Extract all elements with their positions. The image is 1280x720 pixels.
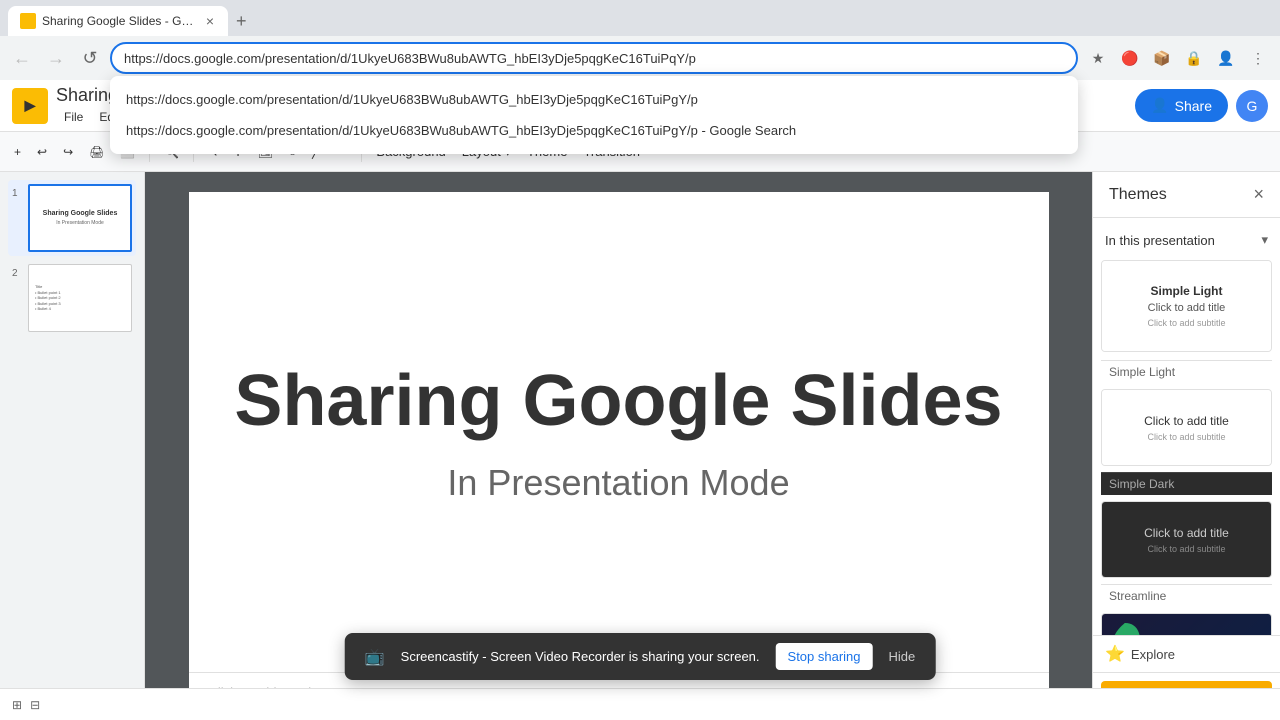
address-bar[interactable] [110, 42, 1078, 74]
dropdown-url-text: https://docs.google.com/presentation/d/1… [126, 92, 698, 107]
menu-file[interactable]: File [56, 108, 91, 126]
address-bar-container: https://docs.google.com/presentation/d/1… [110, 42, 1078, 74]
share-label: Share [1175, 98, 1212, 114]
notification-bar: 📺 Screencastify - Screen Video Recorder … [345, 633, 936, 680]
menu-icon[interactable]: ⋮ [1244, 44, 1272, 72]
address-dropdown-search[interactable]: https://docs.google.com/presentation/d/1… [110, 115, 1078, 146]
themes-title: Themes [1109, 186, 1167, 204]
themes-section-header: In this presentation ▾ [1101, 226, 1272, 254]
theme-name-simple-dark: Simple Dark [1101, 472, 1272, 495]
address-dropdown: https://docs.google.com/presentation/d/1… [110, 76, 1078, 154]
user-avatar[interactable]: G [1236, 90, 1268, 122]
current-theme-click-title: Click to add title [1147, 302, 1225, 314]
toolbar-redo-btn[interactable]: ↪ [57, 141, 79, 163]
simple-dark-title: Click to add title [1144, 526, 1229, 540]
forward-button[interactable]: → [42, 44, 70, 72]
grid-view-icon[interactable]: ⊞ [12, 698, 22, 712]
theme-card-simple-dark[interactable]: Click to add title Click to add subtitle [1101, 501, 1272, 578]
current-theme-click-subtitle: Click to add subtitle [1147, 318, 1225, 328]
theme-preview-current: Simple Light Click to add title Click to… [1102, 261, 1271, 351]
hide-button[interactable]: Hide [889, 649, 916, 664]
theme-card-streamline[interactable]: Click to add title [1101, 613, 1272, 635]
app: ▶ Sharing Google Slides File Edit View I… [0, 80, 1280, 720]
refresh-button[interactable]: ↺ [76, 44, 104, 72]
profile-icon[interactable]: 👤 [1212, 44, 1240, 72]
extension3-icon[interactable]: 🔒 [1180, 44, 1208, 72]
current-theme-title: Simple Light [1147, 284, 1225, 298]
tab-title: Sharing Google Slides - Goo... [42, 14, 198, 28]
theme-text-simple-dark: Click to add title Click to add subtitle [1144, 526, 1229, 554]
slide-preview-1[interactable]: Sharing Google Slides In Presentation Mo… [28, 184, 132, 252]
tab-close-button[interactable]: × [204, 11, 216, 31]
theme-text-simple-light: Click to add title Click to add subtitle [1144, 414, 1229, 442]
slide-preview-content-2: Title• Bullet point 1• Bullet point 2• B… [33, 282, 127, 314]
themes-explore[interactable]: ⭐ Explore [1093, 635, 1280, 672]
share-button[interactable]: 👤 Share [1135, 89, 1228, 122]
theme-name-simple-light: Simple Light [1101, 360, 1272, 383]
themes-section-arrow: ▾ [1261, 232, 1268, 248]
address-dropdown-url[interactable]: https://docs.google.com/presentation/d/1… [110, 84, 1078, 115]
nav-icons: ★ 🔴 📦 🔒 👤 ⋮ [1084, 44, 1272, 72]
theme-text-current: Simple Light Click to add title Click to… [1147, 284, 1225, 328]
slide-canvas[interactable]: Sharing Google Slides In Presentation Mo… [189, 192, 1049, 672]
explore-icon: ⭐ [1105, 644, 1125, 664]
slide-num-1: 1 [12, 188, 24, 199]
theme-section-simple-light: Simple Light Click to add title Click to… [1101, 360, 1272, 466]
toolbar-print-btn[interactable]: 🖨 [83, 141, 110, 163]
simple-dark-subtitle: Click to add subtitle [1144, 544, 1229, 554]
simple-light-title: Click to add title [1144, 414, 1229, 428]
tab-favicon [20, 13, 36, 29]
slide-thumb-1[interactable]: 1 Sharing Google Slides In Presentation … [8, 180, 136, 256]
back-button[interactable]: ← [8, 44, 36, 72]
theme-card-simple-light[interactable]: Click to add title Click to add subtitle [1101, 389, 1272, 466]
new-tab-button[interactable]: + [232, 7, 251, 36]
tab-bar: Sharing Google Slides - Goo... × + [0, 0, 1280, 36]
themes-section-label: In this presentation [1105, 233, 1215, 248]
themes-content: In this presentation ▾ Simple Light Clic… [1093, 218, 1280, 635]
slides-panel: 1 Sharing Google Slides In Presentation … [0, 172, 145, 720]
theme-preview-streamline: Click to add title [1102, 614, 1271, 635]
extension2-icon[interactable]: 📦 [1148, 44, 1176, 72]
slide-preview-title-1: Sharing Google Slides [43, 210, 118, 218]
themes-close-button[interactable]: × [1253, 184, 1264, 205]
theme-name-streamline: Streamline [1101, 584, 1272, 607]
theme-preview-simple-light: Click to add title Click to add subtitle [1102, 390, 1271, 465]
toolbar-add-btn[interactable]: + [8, 141, 27, 163]
simple-light-subtitle: Click to add subtitle [1144, 432, 1229, 442]
themes-header: Themes × [1093, 172, 1280, 218]
share-icon: 👤 [1151, 97, 1168, 114]
slide-title[interactable]: Sharing Google Slides [234, 360, 1002, 442]
dropdown-search-text: https://docs.google.com/presentation/d/1… [126, 123, 796, 138]
streamline-leaf-icon [1106, 618, 1144, 635]
theme-preview-simple-dark: Click to add title Click to add subtitle [1102, 502, 1271, 577]
toolbar-undo-btn[interactable]: ↩ [31, 141, 53, 163]
browser-nav: ← → ↺ https://docs.google.com/presentati… [0, 36, 1280, 80]
logo-icon: ▶ [25, 97, 36, 114]
theme-card-current[interactable]: Simple Light Click to add title Click to… [1101, 260, 1272, 352]
notification-text: Screencastify - Screen Video Recorder is… [401, 649, 760, 664]
active-tab[interactable]: Sharing Google Slides - Goo... × [8, 6, 228, 36]
extension1-icon[interactable]: 🔴 [1116, 44, 1144, 72]
slide-preview-2[interactable]: Title• Bullet point 1• Bullet point 2• B… [28, 264, 132, 332]
explore-label: Explore [1131, 647, 1175, 662]
slide-subtitle[interactable]: In Presentation Mode [447, 462, 789, 504]
slide-thumb-2[interactable]: 2 Title• Bullet point 1• Bullet point 2•… [8, 260, 136, 336]
bookmarks-icon[interactable]: ★ [1084, 44, 1112, 72]
slide-preview-subtitle-1: In Presentation Mode [56, 220, 104, 226]
list-view-icon[interactable]: ⊟ [30, 698, 40, 712]
browser-chrome: Sharing Google Slides - Goo... × + ← → ↺… [0, 0, 1280, 80]
theme-section-streamline: Streamline Click to add title [1101, 584, 1272, 635]
slide-num-2: 2 [12, 268, 24, 279]
header-actions: 👤 Share G [1135, 89, 1268, 122]
app-logo: ▶ [12, 88, 48, 124]
status-left: ⊞ ⊟ [12, 698, 40, 712]
theme-section-simple-dark: Simple Dark Click to add title Click to … [1101, 472, 1272, 578]
themes-panel: Themes × In this presentation ▾ Simple L… [1092, 172, 1280, 720]
status-bar: ⊞ ⊟ [0, 688, 1280, 720]
notification-icon: 📺 [365, 647, 385, 667]
stop-sharing-button[interactable]: Stop sharing [776, 643, 873, 670]
